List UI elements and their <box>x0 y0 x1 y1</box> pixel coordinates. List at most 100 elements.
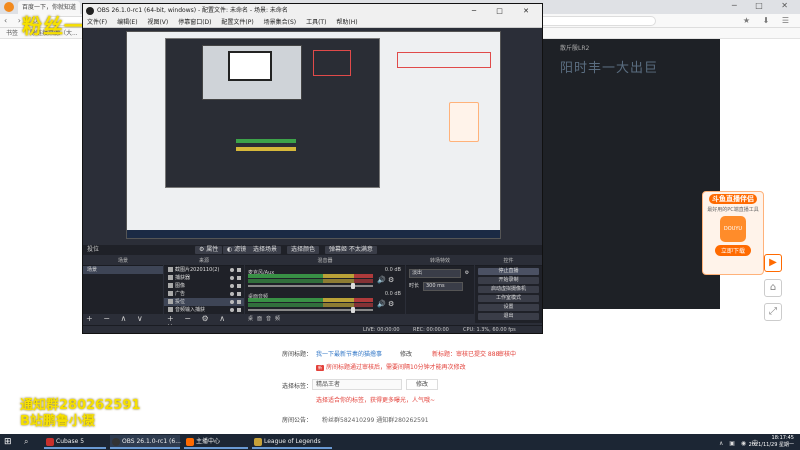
list-item[interactable]: 捕获器 <box>164 274 244 282</box>
select-scene-button[interactable]: 选择场景 <box>249 246 282 254</box>
start-recording-button[interactable]: 开始录制 <box>478 277 539 284</box>
eye-icon[interactable] <box>230 292 234 296</box>
category-field[interactable]: 精品王者 <box>312 379 402 390</box>
eye-icon[interactable] <box>230 276 234 280</box>
obs-title-bar[interactable]: OBS 26.1.0-rc1 (64-bit, windows) - 配置文件:… <box>83 4 542 18</box>
menu-help[interactable]: 帮助(H) <box>336 19 357 26</box>
taskbar-app-lol[interactable]: League of Legends <box>252 435 332 449</box>
menu-tools[interactable]: 工具(T) <box>306 19 326 26</box>
sources-list[interactable]: 截图片2020110(2) 捕获器 图像 广告 投位 音频输入捕获 <box>164 266 244 314</box>
taskbar-app-obs[interactable]: OBS 26.1.0-rc1 (6... <box>110 435 181 449</box>
speaker-icon[interactable]: 🔊 <box>377 300 386 308</box>
category-edit-button[interactable]: 修改 <box>406 379 438 390</box>
taskbar-app-label: OBS 26.1.0-rc1 (6... <box>122 438 181 445</box>
live-status: LIVE: 00:00:00 <box>363 327 400 333</box>
announcement-value[interactable]: 粉丝群582410299 通知群280262591 <box>322 415 429 424</box>
preview-nested-screen <box>228 51 272 81</box>
transition-select[interactable]: 淡出 <box>409 269 461 278</box>
sources-controls[interactable]: + − ⚙ ∧ ∨ <box>167 315 243 331</box>
taskbar-app-label: Cubase 5 <box>56 438 85 445</box>
volume-slider-knob[interactable] <box>350 283 355 289</box>
list-item[interactable]: 截图片2020110(2) <box>164 266 244 274</box>
list-item[interactable]: 广告 <box>164 290 244 298</box>
list-item[interactable]: 音频输入捕获 <box>164 306 244 314</box>
duration-input[interactable]: 300 ms <box>423 282 463 291</box>
browser-logo-icon <box>4 2 14 12</box>
virtual-camera-button[interactable]: 启动虚拟摄像机 <box>478 286 539 293</box>
preview-selection-box <box>397 52 491 68</box>
windows-start-icon[interactable]: ⊞ <box>4 437 12 447</box>
gear-icon[interactable]: ⚙ <box>388 276 394 284</box>
list-item[interactable]: 图像 <box>164 282 244 290</box>
menu-docks[interactable]: 停靠窗口(D) <box>178 19 211 26</box>
eye-icon[interactable] <box>230 300 234 304</box>
transition-duration-row: 时长 300 ms <box>409 282 471 292</box>
douyu-promo-card[interactable]: 斗鱼直播伴侣 最好用的PC端直播工具 DOUYU 立即下载 <box>702 191 764 275</box>
controls-dock-header: 控件 <box>475 257 542 266</box>
taskbar-clock[interactable]: 18:17:45 2021/11/29 星期一 <box>749 435 794 449</box>
taskbar-app-cubase[interactable]: Cubase 5 <box>44 435 106 449</box>
play-icon[interactable]: ▶ <box>764 254 782 272</box>
controls-panel: 停止直播 开始录制 启动虚拟摄像机 工作室模式 设置 退出 <box>475 266 542 323</box>
duration-label: 时长 <box>409 283 420 289</box>
channel-db: 0.0 dB <box>384 291 401 297</box>
home-icon[interactable]: ⌂ <box>764 279 782 297</box>
gear-icon[interactable]: ⚙ <box>388 300 394 308</box>
menu-file[interactable]: 文件(F) <box>87 19 107 26</box>
properties-button[interactable]: ⚙ 属性 <box>195 246 223 254</box>
obs-window[interactable]: OBS 26.1.0-rc1 (64-bit, windows) - 配置文件:… <box>82 3 543 334</box>
eye-icon[interactable] <box>230 308 234 312</box>
lock-icon[interactable] <box>237 284 241 288</box>
settings-button[interactable]: 设置 <box>478 304 539 311</box>
menu-edit[interactable]: 编辑(E) <box>117 19 137 26</box>
room-title-edit[interactable]: 修改 <box>400 349 412 358</box>
league-icon <box>254 438 262 446</box>
menu-view[interactable]: 视图(V) <box>147 19 168 26</box>
room-title-value[interactable]: 我一下最新节奏的猫撸事 <box>316 349 382 358</box>
stream-target-button[interactable]: 弹幕姬 不太满意 <box>325 246 377 254</box>
bookmark-item[interactable]: 书签 <box>6 30 18 37</box>
toolbar-icons[interactable]: ★ ⬇ ☰ <box>743 16 794 25</box>
lock-icon[interactable] <box>237 292 241 296</box>
source-type-icon <box>168 307 173 312</box>
list-item[interactable]: 投位 <box>164 298 244 306</box>
category-label: 选择标签： <box>282 383 313 390</box>
taskbar-app-streamer-center[interactable]: 主播中心 <box>184 435 248 449</box>
source-name: 捕获器 <box>175 275 191 281</box>
menu-scene-collection[interactable]: 场景集合(S) <box>264 19 297 26</box>
lock-icon[interactable] <box>237 268 241 272</box>
obs-window-controls[interactable]: ─ □ ✕ <box>472 4 538 18</box>
scenes-list[interactable]: 场景 <box>83 266 163 314</box>
mixer-channel: 麦克风/Aux 0.0 dB 🔊 ⚙ <box>245 266 405 290</box>
cpu-status: CPU: 1.3%, 60.00 fps <box>463 327 516 333</box>
gear-icon[interactable]: ⚙ <box>463 269 471 278</box>
lock-icon[interactable] <box>237 300 241 304</box>
obs-preview[interactable] <box>126 31 501 239</box>
list-item[interactable]: 场景 <box>83 266 163 274</box>
new-badge-icon: 新 <box>316 365 324 371</box>
expand-icon[interactable]: ⤢ <box>764 303 782 321</box>
promo-desc: 最好用的PC端直播工具 <box>707 207 759 213</box>
lock-icon[interactable] <box>237 308 241 312</box>
watermark-line: 通知群280262591 <box>20 398 141 413</box>
volume-slider-knob[interactable] <box>350 307 355 313</box>
stop-streaming-button[interactable]: 停止直播 <box>478 268 539 275</box>
selected-source-label: 投位 <box>87 246 100 253</box>
select-color-button[interactable]: 选择颜色 <box>287 246 320 254</box>
exit-button[interactable]: 退出 <box>478 313 539 320</box>
preview-promo-card <box>449 102 479 142</box>
window-controls[interactable]: ─ □ ✕ <box>732 1 796 10</box>
search-icon[interactable]: ⌕ <box>24 437 28 447</box>
studio-mode-button[interactable]: 工作室模式 <box>478 295 539 302</box>
speaker-icon[interactable]: 🔊 <box>377 276 386 284</box>
eye-icon[interactable] <box>230 284 234 288</box>
announcement-label: 房间公告： <box>282 417 313 424</box>
transitions-dock-header: 转场特效 <box>406 257 474 266</box>
lock-icon[interactable] <box>237 276 241 280</box>
eye-icon[interactable] <box>230 268 234 272</box>
promo-download-button[interactable]: 立即下载 <box>714 245 751 256</box>
status-prefix: 新标题：审核已提交 888 <box>432 351 500 358</box>
menu-profile[interactable]: 配置文件(P) <box>221 19 253 26</box>
filters-button[interactable]: ◐ 滤镜 <box>223 246 251 254</box>
scenes-controls[interactable]: + − ∧ ∨ <box>86 315 162 323</box>
